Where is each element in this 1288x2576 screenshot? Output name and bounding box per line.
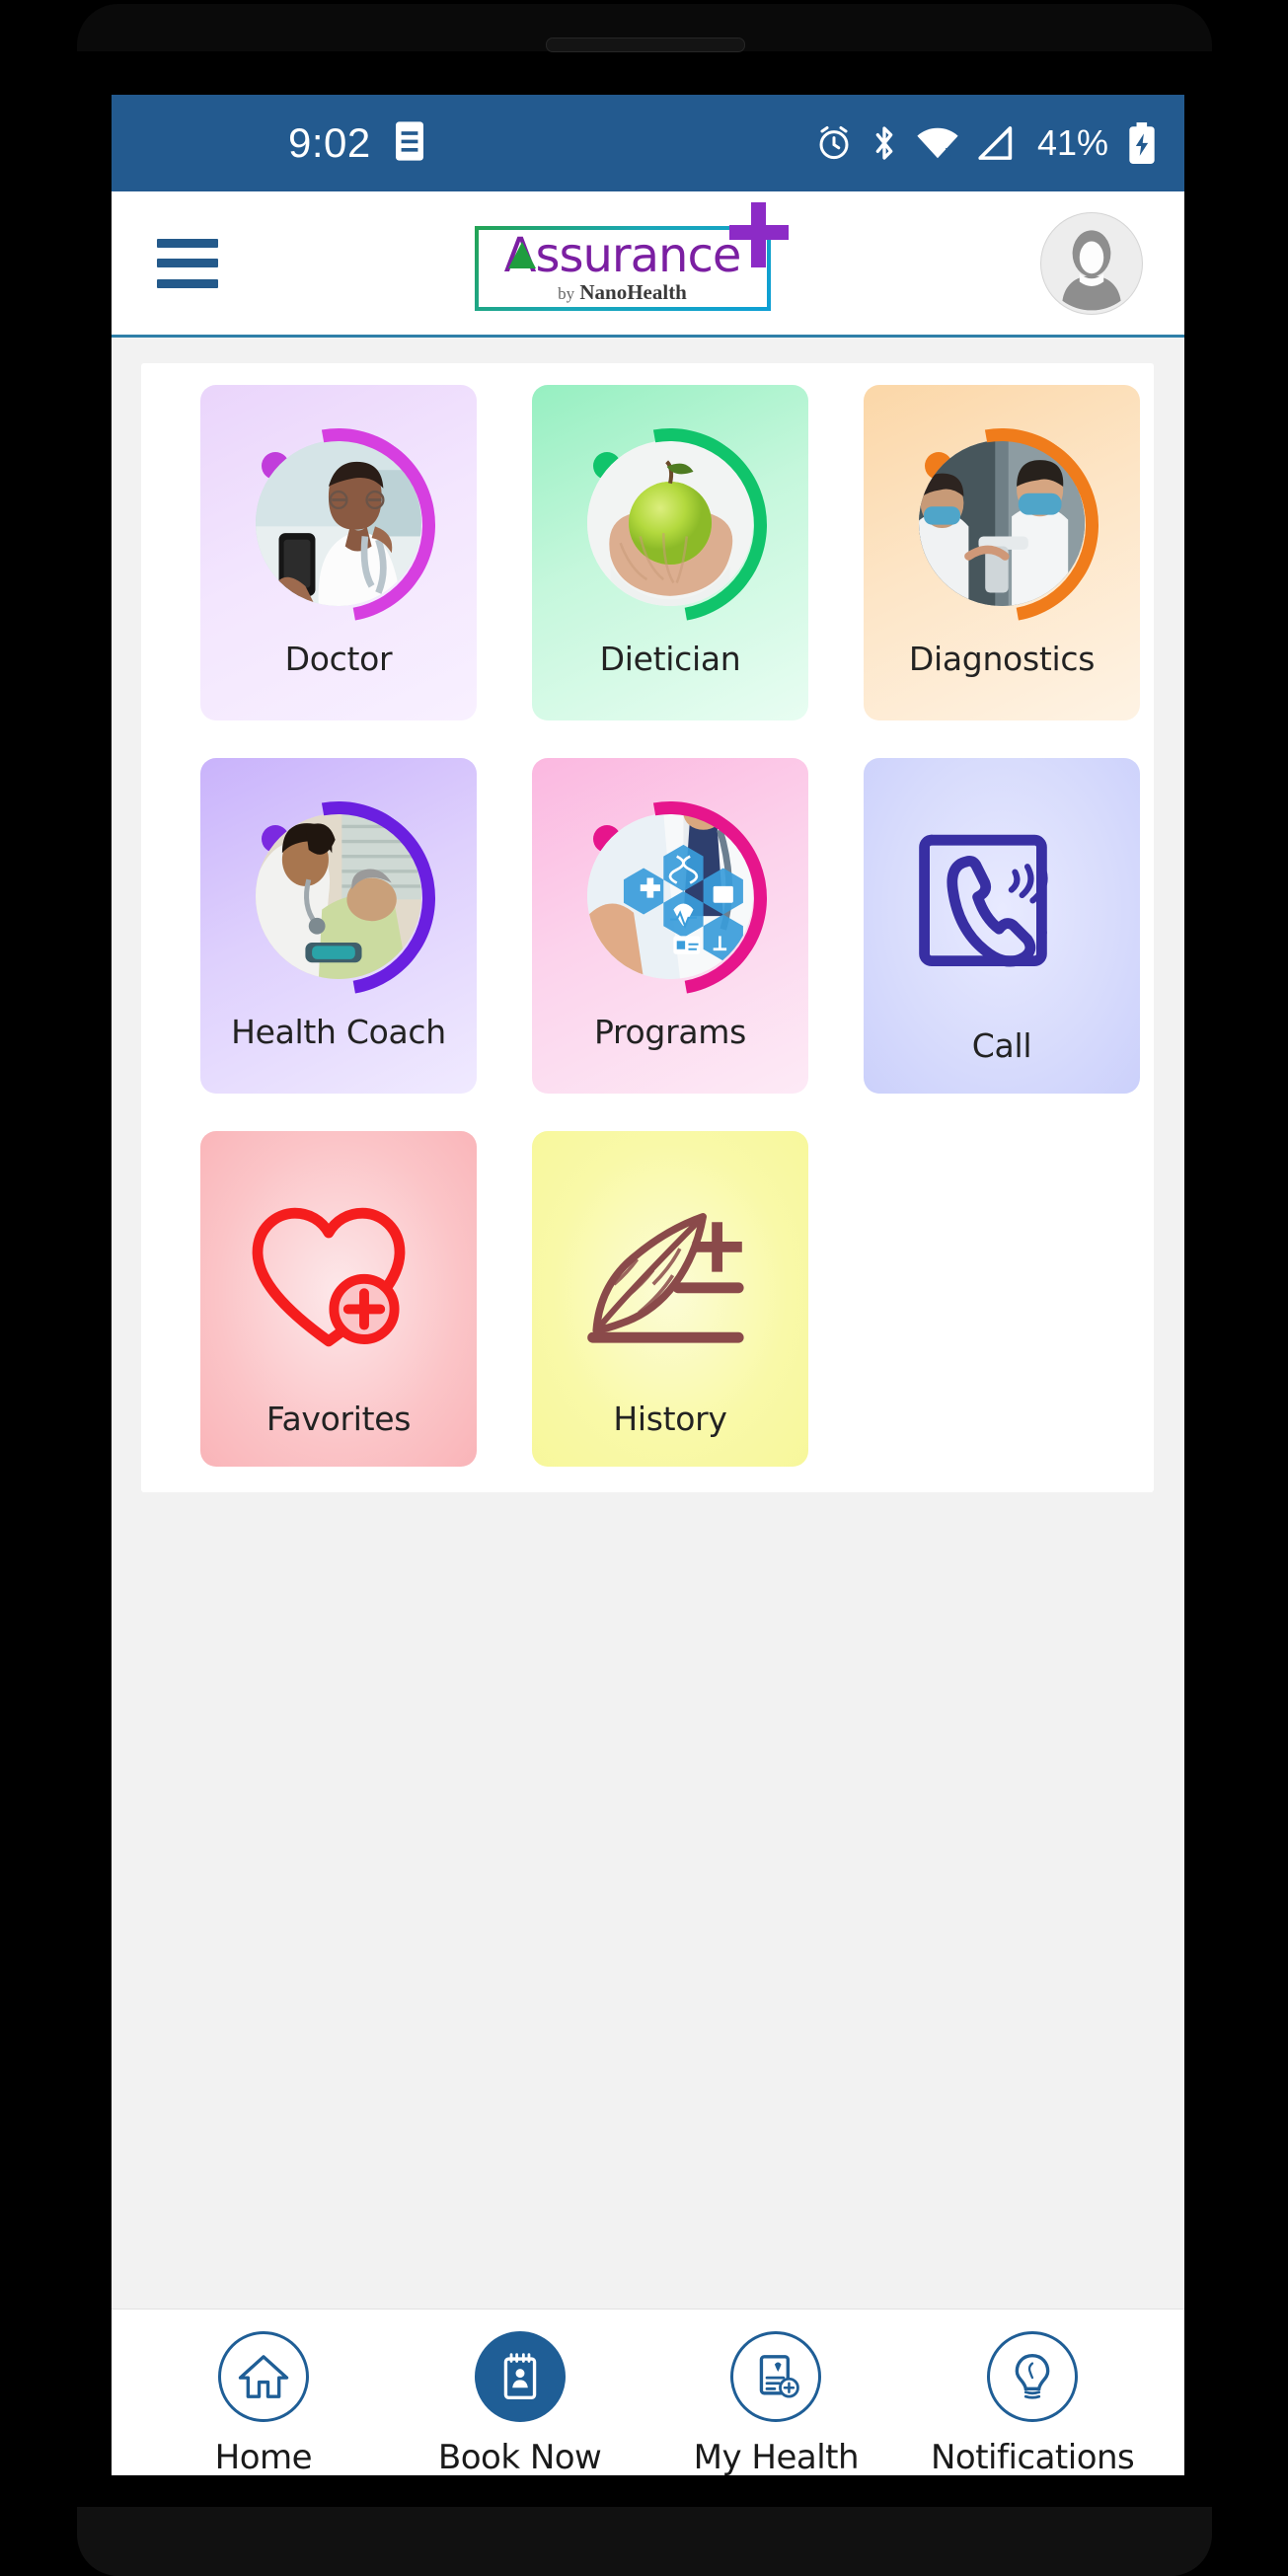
phone-screen: 9:02 41% Assurance by NanoHealth Doctor … [112, 95, 1184, 2475]
bottom-navigation-bar: Home Book Now My Health Notifications [112, 2309, 1184, 2475]
battery-percentage: 41% [1036, 122, 1108, 163]
phone-call-icon [903, 815, 1100, 993]
nav-label: Book Now [437, 2437, 602, 2476]
heart-plus-icon [240, 1188, 437, 1366]
nav-item-home[interactable]: Home [140, 2330, 387, 2476]
status-clock: 9:02 [288, 119, 371, 166]
service-tile-dietician[interactable]: Dietician [532, 385, 808, 720]
cellular-signal-icon [976, 125, 1016, 161]
services-row-3: Favorites History [141, 1131, 1154, 1467]
logo-plus-icon [725, 200, 795, 269]
document-icon [393, 120, 426, 167]
bluetooth-icon [870, 123, 899, 163]
hamburger-menu-icon[interactable] [157, 238, 218, 288]
diagnostics-photo [867, 390, 1137, 660]
home-icon [217, 2330, 309, 2422]
service-tile-call[interactable]: Call [864, 758, 1140, 1094]
service-tile-label: Dietician [599, 640, 741, 678]
user-avatar-icon[interactable] [1040, 211, 1143, 315]
service-tile-doctor[interactable]: Doctor [200, 385, 477, 720]
service-tile-label: Diagnostics [908, 640, 1096, 678]
service-tile-favorites[interactable]: Favorites [200, 1131, 477, 1467]
app-header: Assurance by NanoHealth [112, 191, 1184, 338]
booking-notepad-icon [474, 2330, 566, 2422]
alarm-icon [815, 124, 853, 162]
service-tile-diagnostics[interactable]: Diagnostics [864, 385, 1140, 720]
services-grid-card: Doctor Dietician Diagnostics Health Coac… [141, 363, 1154, 1492]
logo-triangle-accent [507, 241, 536, 268]
service-tile-label: History [613, 1400, 727, 1438]
lightbulb-icon [987, 2330, 1079, 2422]
nav-item-book-now[interactable]: Book Now [397, 2330, 644, 2476]
wifi-icon [916, 125, 959, 161]
services-row-2: Health Coach Programs Call [141, 758, 1154, 1094]
service-tile-label: Programs [593, 1013, 747, 1051]
service-tile-programs[interactable]: Programs [532, 758, 808, 1094]
service-tile-label: Favorites [265, 1400, 412, 1438]
service-tile-label: Health Coach [231, 1013, 446, 1051]
nav-item-notifications[interactable]: Notifications [909, 2330, 1156, 2476]
programs-photo [535, 763, 805, 1033]
status-bar-left: 9:02 [288, 119, 426, 167]
nav-item-my-health[interactable]: My Health [652, 2330, 899, 2476]
service-tile-history[interactable]: History [532, 1131, 808, 1467]
logo-tagline-brand: NanoHealth [579, 279, 687, 304]
device-bezel-bottom [77, 2507, 1212, 2576]
logo-tagline: by NanoHealth [467, 279, 779, 304]
doctor-photo [203, 390, 474, 660]
nav-label: Notifications [930, 2437, 1135, 2476]
logo-tagline-by: by [558, 283, 575, 303]
service-tile-label: Doctor [284, 640, 393, 678]
nav-label: My Health [693, 2437, 860, 2476]
status-bar-right: 41% [815, 121, 1157, 165]
nav-label: Home [214, 2437, 313, 2476]
service-tile-health-coach[interactable]: Health Coach [200, 758, 477, 1094]
services-row-1: Doctor Dietician Diagnostics [141, 385, 1154, 720]
quill-history-icon [571, 1188, 769, 1366]
app-logo: Assurance by NanoHealth [467, 201, 789, 313]
service-tile-label: Call [971, 1026, 1032, 1065]
earpiece-speaker [546, 38, 745, 52]
main-content: Doctor Dietician Diagnostics Health Coac… [112, 363, 1184, 2475]
battery-charging-icon [1127, 121, 1157, 165]
logo-brand-name: Assurance [503, 227, 742, 283]
dietician-photo [535, 390, 805, 660]
device-frame: 9:02 41% Assurance by NanoHealth Doctor … [0, 0, 1288, 2576]
health-coach-photo [203, 763, 474, 1033]
health-record-icon [730, 2330, 822, 2422]
status-bar: 9:02 41% [112, 95, 1184, 191]
